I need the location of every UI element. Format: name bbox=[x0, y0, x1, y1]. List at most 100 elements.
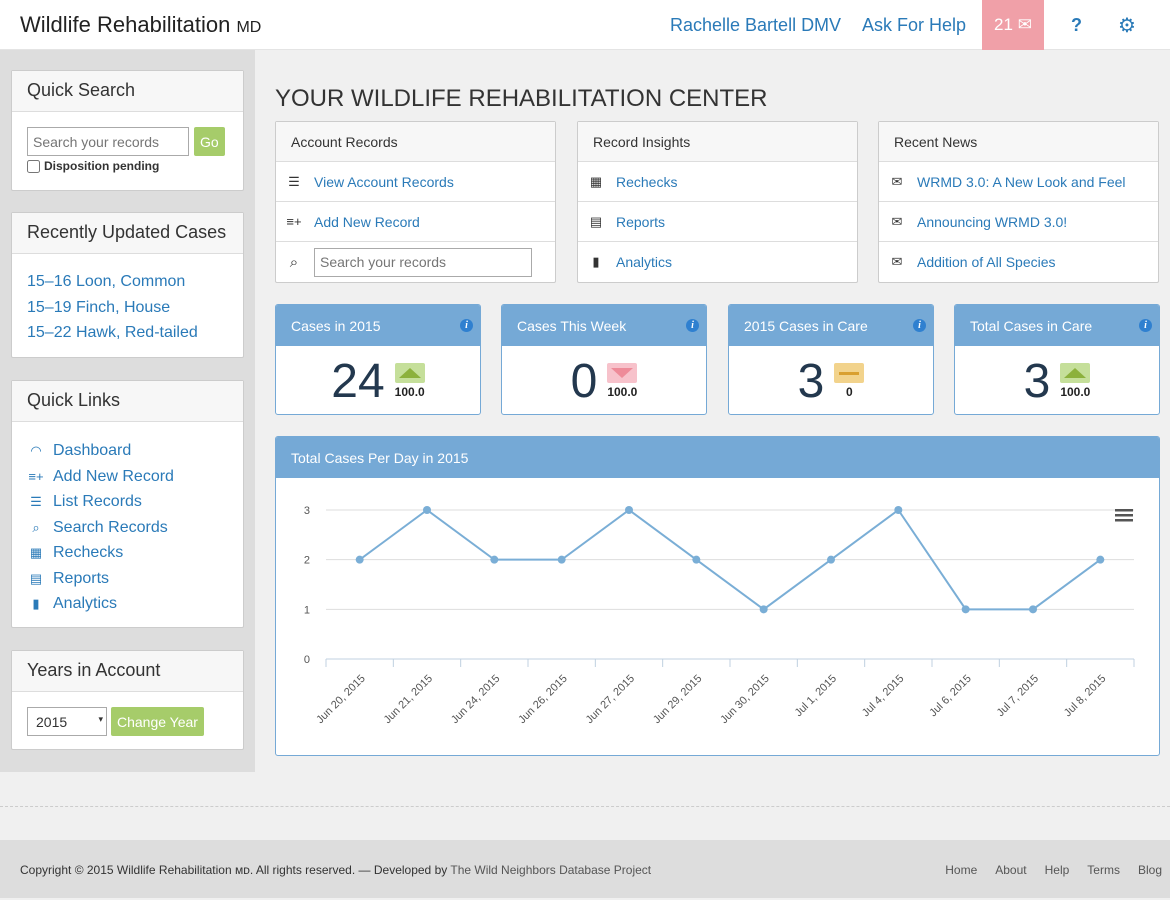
stat-change: 100.0 bbox=[394, 385, 425, 399]
quick-link-label: Search Records bbox=[53, 518, 168, 536]
x-tick-label: Jun 20, 2015 bbox=[314, 673, 367, 726]
quick-links-panel: Quick Links ◠ Dashboard ≡+ Add New Record ☰ L… bbox=[11, 380, 244, 628]
quick-link-label: Rechecks bbox=[53, 544, 124, 561]
go-button[interactable]: Go bbox=[194, 127, 225, 156]
trend-flat-icon bbox=[834, 363, 865, 383]
years-panel: Years in Account 2015 ▾ Change Year bbox=[11, 650, 244, 750]
recent-case-link[interactable]: 15–19 Finch, House bbox=[27, 295, 228, 321]
year-select[interactable]: 2015 ▾ bbox=[27, 707, 107, 736]
cases-per-day-chart: Total Cases Per Day in 2015 0 1 2 3 Jun 20, … bbox=[275, 436, 1160, 756]
y-tick-label: 0 bbox=[304, 654, 310, 666]
user-link[interactable]: Rachelle Bartell DMV bbox=[670, 15, 841, 36]
quick-link[interactable]: ▤ Reports bbox=[27, 566, 228, 592]
panel-title: Recently Updated Cases bbox=[12, 213, 243, 254]
info-icon[interactable]: i bbox=[686, 319, 699, 332]
news-link[interactable]: WRMD 3.0: A New Look and Feel bbox=[917, 174, 1126, 190]
info-icon[interactable]: i bbox=[460, 319, 473, 332]
reports-link[interactable]: Reports bbox=[616, 214, 665, 230]
recent-cases-panel: Recently Updated Cases 15–16 Loon, Commo… bbox=[11, 212, 244, 358]
view-account-records-link[interactable]: View Account Records bbox=[314, 174, 454, 190]
x-tick-label: Jun 24, 2015 bbox=[449, 673, 502, 726]
x-tick-label: Jul 8, 2015 bbox=[1062, 673, 1109, 720]
quick-search-panel: Quick Search Go Disposition pending bbox=[11, 70, 244, 191]
envelope-icon: ✉ bbox=[891, 254, 903, 269]
footer-home-link[interactable]: Home bbox=[945, 863, 977, 877]
brand-logo[interactable]: Wildlife Rehabilitation MD bbox=[20, 12, 261, 38]
gear-icon[interactable]: ⚙ bbox=[1118, 13, 1136, 38]
footer-terms-link[interactable]: Terms bbox=[1087, 863, 1120, 877]
selected-year: 2015 bbox=[36, 714, 68, 730]
quick-link[interactable]: ◠ Dashboard bbox=[27, 438, 228, 464]
disposition-pending-checkbox[interactable] bbox=[27, 159, 40, 173]
quick-link-label: Add New Record bbox=[53, 467, 174, 485]
stat-card: Cases This Week i 0 100.0 bbox=[501, 304, 707, 415]
menu-icon[interactable] bbox=[1115, 509, 1133, 522]
help-link[interactable]: Ask For Help bbox=[862, 15, 966, 36]
footer-about-link[interactable]: About bbox=[995, 863, 1026, 877]
search-icon: ⌕ bbox=[289, 253, 299, 271]
report-icon: ▤ bbox=[29, 570, 43, 586]
quick-link-label: Reports bbox=[53, 569, 110, 587]
records-search-input[interactable] bbox=[314, 247, 532, 277]
page-title: YOUR WILDLIFE REHABILITATION CENTER bbox=[275, 85, 768, 112]
news-link[interactable]: Addition of All Species bbox=[917, 254, 1056, 270]
checkbox-label: Disposition pending bbox=[44, 159, 160, 173]
info-icon[interactable]: i bbox=[913, 319, 926, 332]
footer-help-link[interactable]: Help bbox=[1045, 863, 1070, 877]
x-tick-label: Jul 1, 2015 bbox=[793, 673, 840, 720]
news-link[interactable]: Announcing WRMD 3.0! bbox=[917, 214, 1067, 230]
quick-link[interactable]: ▦ Rechecks bbox=[27, 540, 228, 566]
stat-card: Total Cases in Care i 3 100.0 bbox=[954, 304, 1160, 415]
account-records-panel: Account Records ☰ View Account Records ≡+… bbox=[275, 121, 556, 283]
quick-link[interactable]: ☰ List Records bbox=[27, 489, 228, 515]
x-tick-label: Jul 6, 2015 bbox=[927, 673, 974, 720]
add-new-record-link[interactable]: Add New Record bbox=[314, 214, 420, 230]
change-year-button[interactable]: Change Year bbox=[111, 707, 204, 736]
data-point bbox=[961, 605, 970, 614]
footer-blog-link[interactable]: Blog bbox=[1138, 863, 1162, 877]
list-icon: ☰ bbox=[288, 173, 300, 189]
trend-up-icon bbox=[1060, 363, 1091, 383]
bar-chart-icon: ▮ bbox=[592, 254, 600, 269]
add-list-icon: ≡+ bbox=[28, 468, 44, 484]
stat-card: Cases in 2015 i 24 100.0 bbox=[275, 304, 481, 415]
question-icon[interactable]: ? bbox=[1071, 15, 1082, 36]
x-tick-label: Jul 4, 2015 bbox=[860, 673, 907, 720]
analytics-link[interactable]: Analytics bbox=[616, 254, 672, 270]
disposition-pending-label[interactable]: Disposition pending bbox=[27, 159, 228, 173]
info-icon[interactable]: i bbox=[1139, 319, 1152, 332]
stat-title: Total Cases in Care bbox=[970, 318, 1093, 334]
stat-change: 100.0 bbox=[1060, 385, 1091, 399]
messages-button[interactable]: 21 ✉ bbox=[982, 0, 1044, 50]
brand-name: Wildlife Rehabilitation bbox=[20, 12, 231, 37]
recent-case-link[interactable]: 15–22 Hawk, Red-tailed bbox=[27, 320, 228, 346]
stat-value: 3 bbox=[1023, 354, 1051, 408]
panel-title: Years in Account bbox=[12, 651, 243, 692]
calendar-icon: ▦ bbox=[29, 545, 43, 560]
list-icon: ☰ bbox=[30, 494, 42, 509]
quick-link[interactable]: ⌕ Search Records bbox=[27, 515, 228, 541]
sidebar: Quick Search Go Disposition pending Rece… bbox=[0, 50, 255, 772]
data-point bbox=[423, 506, 431, 514]
data-point bbox=[894, 506, 903, 514]
stat-title: Cases This Week bbox=[517, 318, 627, 334]
message-count: 21 bbox=[994, 15, 1013, 34]
panel-title: Quick Links bbox=[12, 381, 243, 422]
data-point bbox=[557, 555, 566, 564]
y-tick-label: 2 bbox=[304, 555, 310, 567]
quick-search-input[interactable] bbox=[27, 127, 189, 156]
rechecks-link[interactable]: Rechecks bbox=[616, 174, 677, 190]
trend-down-icon bbox=[607, 363, 638, 383]
quick-link[interactable]: ▮ Analytics bbox=[27, 591, 228, 617]
stat-title: Cases in 2015 bbox=[291, 318, 381, 334]
record-insights-panel: Record Insights ▦ Rechecks ▤ Reports ▮ Anal… bbox=[577, 121, 858, 283]
gauge-icon: ◠ bbox=[30, 443, 42, 458]
data-point bbox=[692, 555, 701, 564]
recent-case-link[interactable]: 15–16 Loon, Common bbox=[27, 269, 228, 295]
quick-link[interactable]: ≡+ Add New Record bbox=[27, 464, 228, 490]
footer: Copyright © 2015 Wildlife Rehabilitation… bbox=[0, 840, 1170, 898]
stat-change: 0 bbox=[846, 385, 853, 399]
data-point bbox=[759, 605, 768, 614]
panel-title: Quick Search bbox=[12, 71, 243, 112]
project-link[interactable]: The Wild Neighbors Database Project bbox=[450, 863, 651, 877]
